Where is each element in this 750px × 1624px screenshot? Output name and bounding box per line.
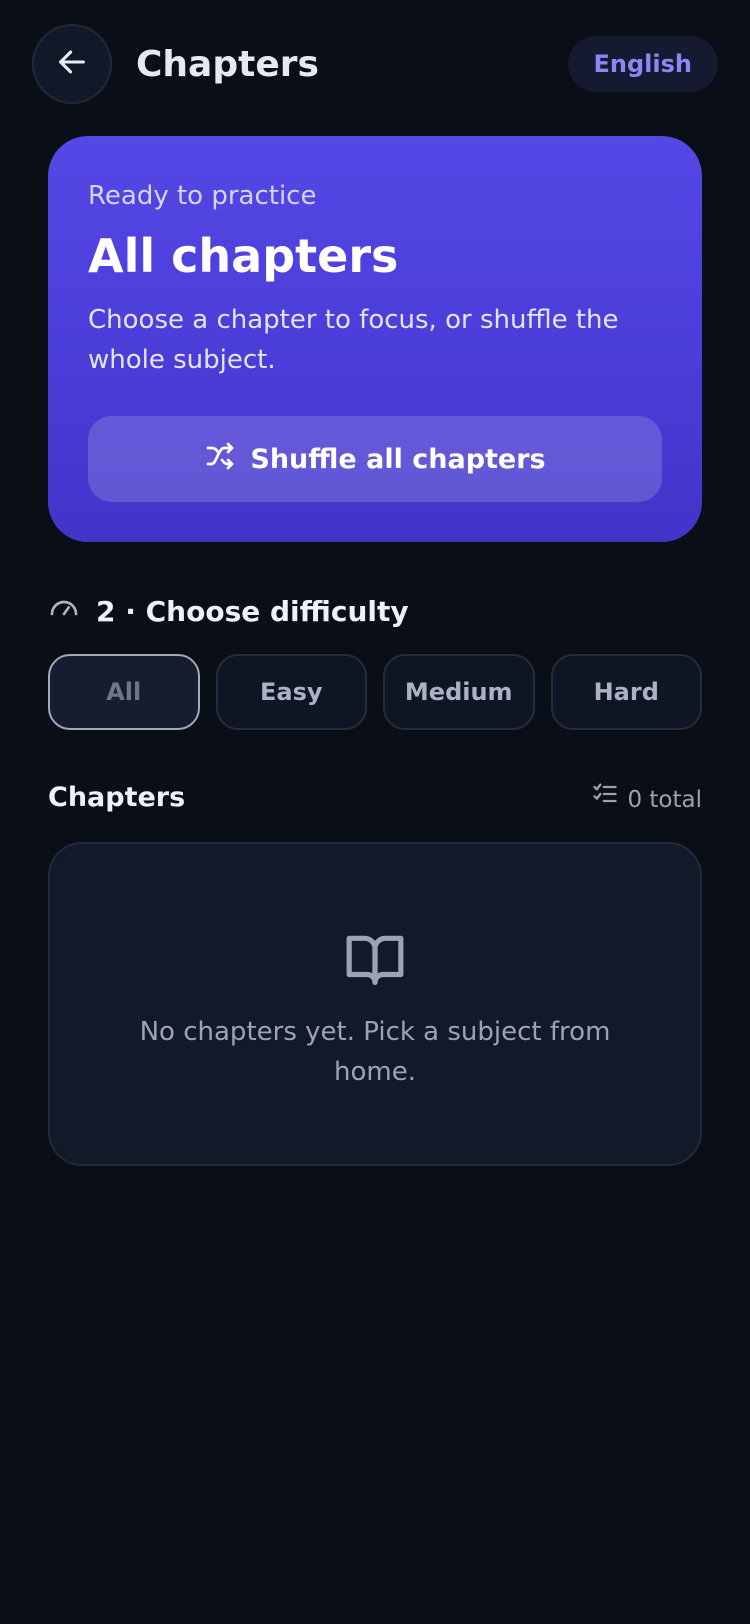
- page-title: Chapters: [136, 44, 319, 85]
- difficulty-option-medium[interactable]: Medium: [383, 654, 535, 730]
- shuffle-all-button[interactable]: Shuffle all chapters: [88, 416, 662, 502]
- arrow-left-icon: [55, 45, 89, 83]
- difficulty-option-all[interactable]: All: [48, 654, 200, 730]
- empty-state-message: No chapters yet. Pick a subject from hom…: [139, 1017, 611, 1087]
- difficulty-option-hard[interactable]: Hard: [550, 654, 702, 730]
- back-button[interactable]: [32, 24, 112, 104]
- chapters-count: 0 total: [591, 780, 702, 819]
- difficulty-option-easy[interactable]: Easy: [215, 654, 367, 730]
- difficulty-options: All Easy Medium Hard: [48, 654, 702, 730]
- language-selector[interactable]: English: [567, 36, 718, 92]
- checklist-icon: [591, 780, 619, 819]
- chapters-count-label: 0 total: [627, 786, 702, 813]
- chapters-list-title: Chapters: [48, 782, 186, 813]
- shuffle-icon: [204, 440, 236, 479]
- empty-state-card: No chapters yet. Pick a subject from hom…: [48, 842, 702, 1166]
- book-open-icon: [344, 928, 406, 994]
- gauge-icon: [48, 590, 80, 633]
- hero-description: Choose a chapter to focus, or shuffle th…: [88, 305, 619, 375]
- shuffle-all-label: Shuffle all chapters: [250, 443, 546, 475]
- hero-eyebrow: Ready to practice: [88, 181, 317, 211]
- hero-title: All chapters: [88, 229, 399, 283]
- hero-card: Ready to practice All chapters Choose a …: [48, 136, 702, 542]
- chapters-screen: Chapters English Ready to practice All c…: [0, 0, 750, 1624]
- difficulty-heading: 2 · Choose difficulty: [48, 590, 409, 633]
- difficulty-heading-label: 2 · Choose difficulty: [96, 594, 409, 628]
